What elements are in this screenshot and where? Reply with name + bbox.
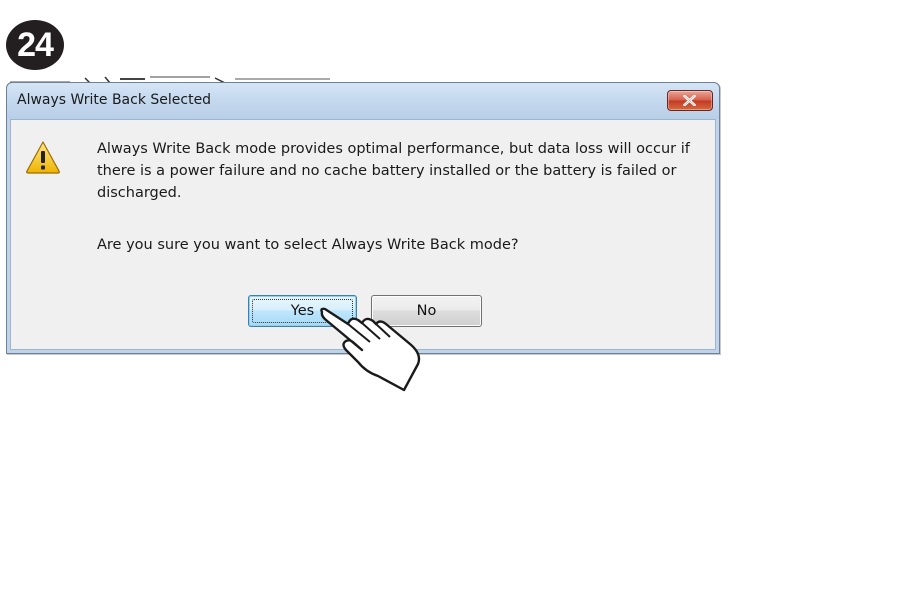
dialog-question: Are you sure you want to select Always W… <box>97 237 519 253</box>
screenshot-stage: 24 Always Write Back Selected Always Wri… <box>0 0 907 607</box>
dialog-message: Always Write Back mode provides optimal … <box>97 141 690 201</box>
dialog-title: Always Write Back Selected <box>17 92 212 108</box>
hand-pointer-icon <box>320 307 421 392</box>
dialog-titlebar[interactable]: Always Write Back Selected <box>7 83 719 119</box>
step-number-badge: 24 <box>6 20 64 70</box>
close-x-icon <box>683 95 696 106</box>
close-button[interactable] <box>667 90 713 111</box>
warning-triangle-icon <box>26 141 60 174</box>
